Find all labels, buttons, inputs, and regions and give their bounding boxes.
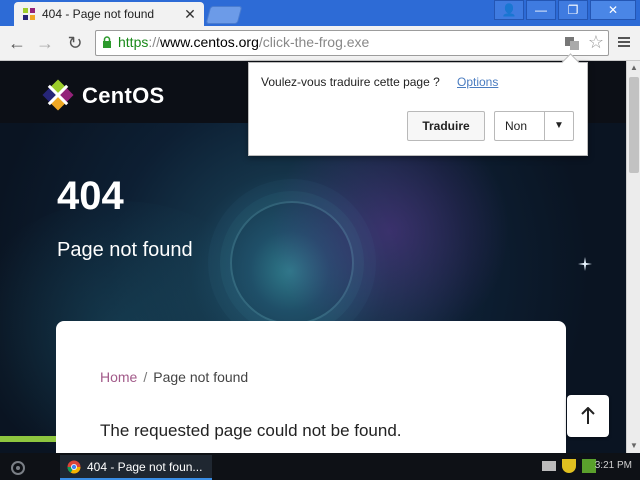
scrollbar-thumb[interactable] [629, 77, 639, 173]
sparkle-star-icon [578, 257, 592, 271]
breadcrumb: Home / Page not found [100, 369, 248, 385]
start-menu-icon[interactable] [6, 457, 36, 477]
translate-options-link[interactable]: Options [457, 75, 498, 89]
breadcrumb-current: Page not found [153, 369, 249, 385]
system-tray [542, 459, 596, 473]
scroll-up-icon[interactable]: ▲ [627, 61, 640, 75]
browser-tab[interactable]: 404 - Page not found ✕ [14, 2, 204, 26]
bookmark-star-icon[interactable]: ☆ [588, 32, 604, 53]
taskbar-item-label: 404 - Page not foun... [87, 459, 203, 474]
menu-icon[interactable] [616, 34, 632, 50]
tab-title: 404 - Page not found [42, 7, 155, 21]
address-bar[interactable]: https://www.centos.org/click-the-frog.ex… [95, 30, 609, 56]
back-button[interactable]: ← [6, 32, 28, 54]
taskbar-clock: 3:21 PM [594, 460, 632, 471]
lock-icon [103, 36, 111, 48]
arrow-up-icon [581, 407, 595, 424]
dropdown-arrow-icon[interactable]: ▼ [544, 112, 573, 140]
error-message: The requested page could not be found. [100, 421, 402, 440]
new-tab-button[interactable] [205, 6, 243, 24]
taskbar-browser-item[interactable]: 404 - Page not foun... [60, 455, 212, 480]
centos-favicon-icon [23, 8, 35, 20]
tab-close-icon[interactable]: ✕ [182, 6, 198, 22]
taskbar: 404 - Page not foun... 3:21 PM [0, 453, 640, 480]
translate-button[interactable]: Traduire [407, 111, 485, 141]
title-bar: 404 - Page not found ✕ 👤 — ❐ ✕ [0, 0, 640, 26]
accent-bar [0, 436, 56, 442]
breadcrumb-home-link[interactable]: Home [100, 369, 137, 385]
minimize-button[interactable]: — [526, 0, 556, 20]
translate-question: Voulez-vous traduire cette page ? [261, 75, 440, 89]
back-to-top-button[interactable] [567, 395, 609, 437]
translate-popup: Voulez-vous traduire cette page ? Option… [248, 53, 588, 156]
content-card: Home / Page not found The requested page c… [56, 321, 566, 453]
background-swirl [230, 201, 354, 325]
error-title: Page not found [57, 239, 193, 261]
centos-logo[interactable] [42, 79, 74, 111]
forward-button[interactable]: → [34, 32, 56, 54]
brand-name[interactable]: CentOS [82, 83, 164, 109]
error-code: 404 [57, 174, 124, 218]
keyboard-icon[interactable] [542, 461, 556, 471]
translate-icon[interactable] [564, 35, 580, 51]
window-close-button[interactable]: ✕ [590, 0, 636, 20]
browser-toolbar: ← → ↻ https://www.centos.org/click-the-f… [0, 26, 640, 61]
scroll-down-icon[interactable]: ▼ [627, 439, 640, 453]
decline-label: Non [505, 119, 528, 133]
shield-icon[interactable] [562, 459, 576, 473]
url-text: https://www.centos.org/click-the-frog.ex… [118, 34, 370, 50]
window-controls: 👤 — ❐ ✕ [492, 0, 636, 20]
vertical-scrollbar[interactable]: ▲ ▼ [626, 61, 640, 453]
decline-translate-button[interactable]: Non ▼ [494, 111, 574, 141]
breadcrumb-separator: / [143, 369, 148, 385]
restore-button[interactable]: ❐ [558, 0, 588, 20]
chrome-icon [67, 460, 81, 473]
user-icon[interactable]: 👤 [494, 0, 524, 20]
reload-button[interactable]: ↻ [64, 32, 86, 54]
